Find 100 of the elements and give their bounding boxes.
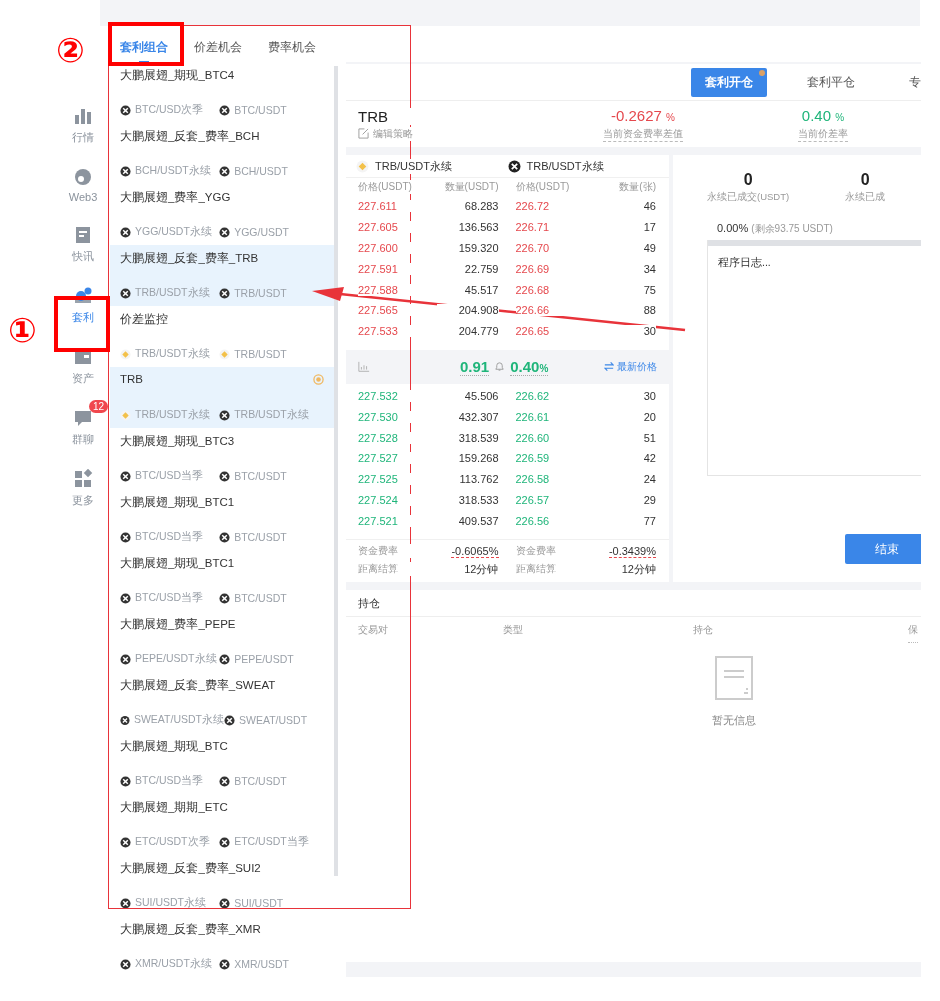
- pair-label: ETC/USDT次季: [135, 835, 210, 849]
- coin-icon: [224, 714, 235, 726]
- tab[interactable]: 费率机会: [268, 30, 316, 64]
- strategy-item[interactable]: 大鹏展翅_期现_BTC3 BTC/USD当季 BTC/USDT: [110, 428, 334, 489]
- strategy-item[interactable]: 价差监控 TRB/USDT永续 TRB/USDT: [110, 306, 334, 367]
- action-tab[interactable]: 套利平仓: [793, 67, 869, 97]
- nav-item[interactable]: 群聊 12: [58, 400, 108, 447]
- step-marker: ①: [8, 313, 37, 347]
- coin-icon: [120, 897, 131, 909]
- pair-label: YGG/USDT: [234, 226, 289, 238]
- chat-icon: [73, 408, 93, 428]
- strategy-item[interactable]: 大鹏展翅_期现_BTC1 BTC/USD当季 BTC/USDT: [110, 489, 334, 550]
- pair-label: BTC/USD当季: [135, 530, 204, 544]
- action-tab[interactable]: 专: [895, 67, 921, 97]
- coin-icon: [219, 775, 231, 787]
- table-cell: 204.908: [436, 304, 499, 317]
- strategy-title: 大鹏展翅_反套_费率_SUI2: [120, 861, 261, 876]
- stat-value: -0.2627 %: [611, 106, 675, 124]
- chart-icon: [358, 360, 370, 373]
- pair-label: TRB/USDT永续: [234, 408, 309, 422]
- pair-label: BTC/USD当季: [135, 591, 204, 605]
- strategy-title: 大鹏展翅_期现_BTC4: [120, 68, 235, 83]
- strategy-title: 大鹏展翅_费率_YGG: [120, 190, 231, 205]
- coin-icon: [120, 104, 131, 116]
- coin-icon: [219, 653, 231, 665]
- pair-label: BTC/USDT: [234, 104, 287, 116]
- strategy-item[interactable]: 大鹏展翅_期现_BTC BTC/USD当季 BTC/USDT: [110, 733, 334, 794]
- coin-icon: [219, 531, 231, 543]
- coin-icon: [219, 958, 231, 970]
- counter-label: 永续已成交(USDT): [707, 191, 790, 204]
- pair-label: BTC/USDT: [234, 592, 287, 604]
- nav-label: 行情: [72, 130, 94, 145]
- strategy-item[interactable]: 大鹏展翅_费率_YGG YGG/USDT永续 YGG/USDT: [110, 184, 334, 245]
- nav-label: 快讯: [72, 249, 94, 264]
- strategy-item[interactable]: 大鹏展翅_反套_费率_BCH BCH/USDT永续 BCH/USDT: [110, 123, 334, 184]
- pair-label: TRB/USDT永续: [135, 286, 210, 300]
- strategy-item[interactable]: 大鹏展翅_反套_费率_SUI2 SUI/USDT永续 SUI/USDT: [110, 855, 334, 916]
- coin-icon: [120, 653, 131, 665]
- strategy-item[interactable]: 大鹏展翅_期现_BTC1 BTC/USD当季 BTC/USDT: [110, 550, 334, 611]
- pair-label: TRB/USDT永续: [135, 408, 210, 422]
- coin-icon: [219, 836, 231, 848]
- log-field[interactable]: 程序日志...: [707, 246, 921, 476]
- diamond-coin-icon: [219, 348, 231, 360]
- pair-label: SWEAT/USDT: [239, 714, 308, 726]
- pair-label: XMR/USDT永续: [135, 957, 212, 971]
- counter-value: 0: [860, 171, 870, 189]
- coin-icon: [219, 104, 231, 116]
- coin-icon: [120, 287, 131, 299]
- coin-icon: [120, 592, 131, 604]
- strategy-item[interactable]: 大鹏展翅_反套_费率_TRB TRB/USDT永续 TRB/USDT: [110, 245, 334, 306]
- stat-label: 当前价差率: [798, 126, 848, 142]
- document-icon: [713, 655, 754, 702]
- pair-label: SWEAT/USDT永续: [133, 713, 224, 727]
- coin-icon: [120, 714, 130, 726]
- pair-label: TRB/USDT: [234, 348, 287, 360]
- strategy-item[interactable]: 大鹏展翅_期现_BTC4 BTC/USD次季 BTC/USDT: [110, 62, 334, 123]
- strategy-item[interactable]: TRB TRB/USDT永续 TRB/USDT永续: [110, 367, 334, 428]
- nav-label: 套利: [72, 310, 94, 325]
- globe-icon: [73, 167, 93, 187]
- nav-item[interactable]: 套利: [58, 278, 108, 325]
- bar-chart-icon: [73, 106, 93, 126]
- pair-label: SUI/USDT永续: [135, 896, 206, 910]
- strategy-item[interactable]: 大鹏展翅_反套_费率_SWEAT SWEAT/USDT永续 SWEAT/USDT: [110, 672, 334, 733]
- diamond-coin-icon: [356, 159, 369, 173]
- counter-label: 永续已成: [845, 191, 886, 204]
- latest-price-link[interactable]: 最新价格: [604, 359, 657, 374]
- counter-value: 0: [743, 171, 753, 189]
- pair-label: SUI/USDT: [234, 897, 284, 909]
- pair-label: BTC/USD当季: [135, 774, 204, 788]
- pair-label: BTC/USDT: [234, 470, 287, 482]
- action-tab[interactable]: 套利开仓: [691, 67, 767, 97]
- coin-icon: [219, 287, 231, 299]
- coin-icon: [120, 470, 131, 482]
- end-button[interactable]: 结束: [845, 534, 921, 564]
- strategy-item[interactable]: 大鹏展翅_费率_PEPE PEPE/USDT永续 PEPE/USDT: [110, 611, 334, 672]
- strategy-title: 价差监控: [120, 312, 168, 327]
- edit-icon: [358, 128, 369, 139]
- coin-icon: [219, 409, 231, 421]
- strategy-item[interactable]: 大鹏展翅_期期_ETC ETC/USDT次季 ETC/USDT当季: [110, 794, 334, 855]
- table-cell: -0.6065%: [451, 544, 499, 558]
- stat-value: 0.40 %: [801, 106, 845, 124]
- coin-icon: [73, 286, 93, 306]
- column-header: 持仓: [693, 623, 714, 638]
- tab[interactable]: 套利组合: [120, 30, 168, 64]
- coin-icon: [507, 159, 521, 173]
- strategy-item[interactable]: 大鹏展翅_反套_费率_XMR XMR/USDT永续 XMR/USDT: [110, 916, 334, 977]
- pair-label: TRB/USDT: [234, 287, 287, 299]
- pair-label: BCH/USDT: [234, 165, 288, 177]
- pair-label: PEPE/USDT: [234, 653, 294, 665]
- coin-icon: [219, 592, 231, 604]
- coin-icon: [219, 470, 231, 482]
- pair-label: BTC/USD次季: [135, 103, 204, 117]
- tab[interactable]: 价差机会: [194, 30, 242, 64]
- pair-label: TRB/USDT永续: [526, 158, 604, 174]
- strategy-title: 大鹏展翅_反套_费率_TRB: [120, 251, 259, 266]
- diamond-coin-icon: [120, 409, 131, 421]
- stat-label: 当前资金费率差值: [603, 126, 683, 142]
- strategy-title: 大鹏展翅_期现_BTC1: [120, 495, 235, 510]
- coin-icon: [120, 226, 131, 238]
- empty-message: 暂无信息: [711, 713, 756, 729]
